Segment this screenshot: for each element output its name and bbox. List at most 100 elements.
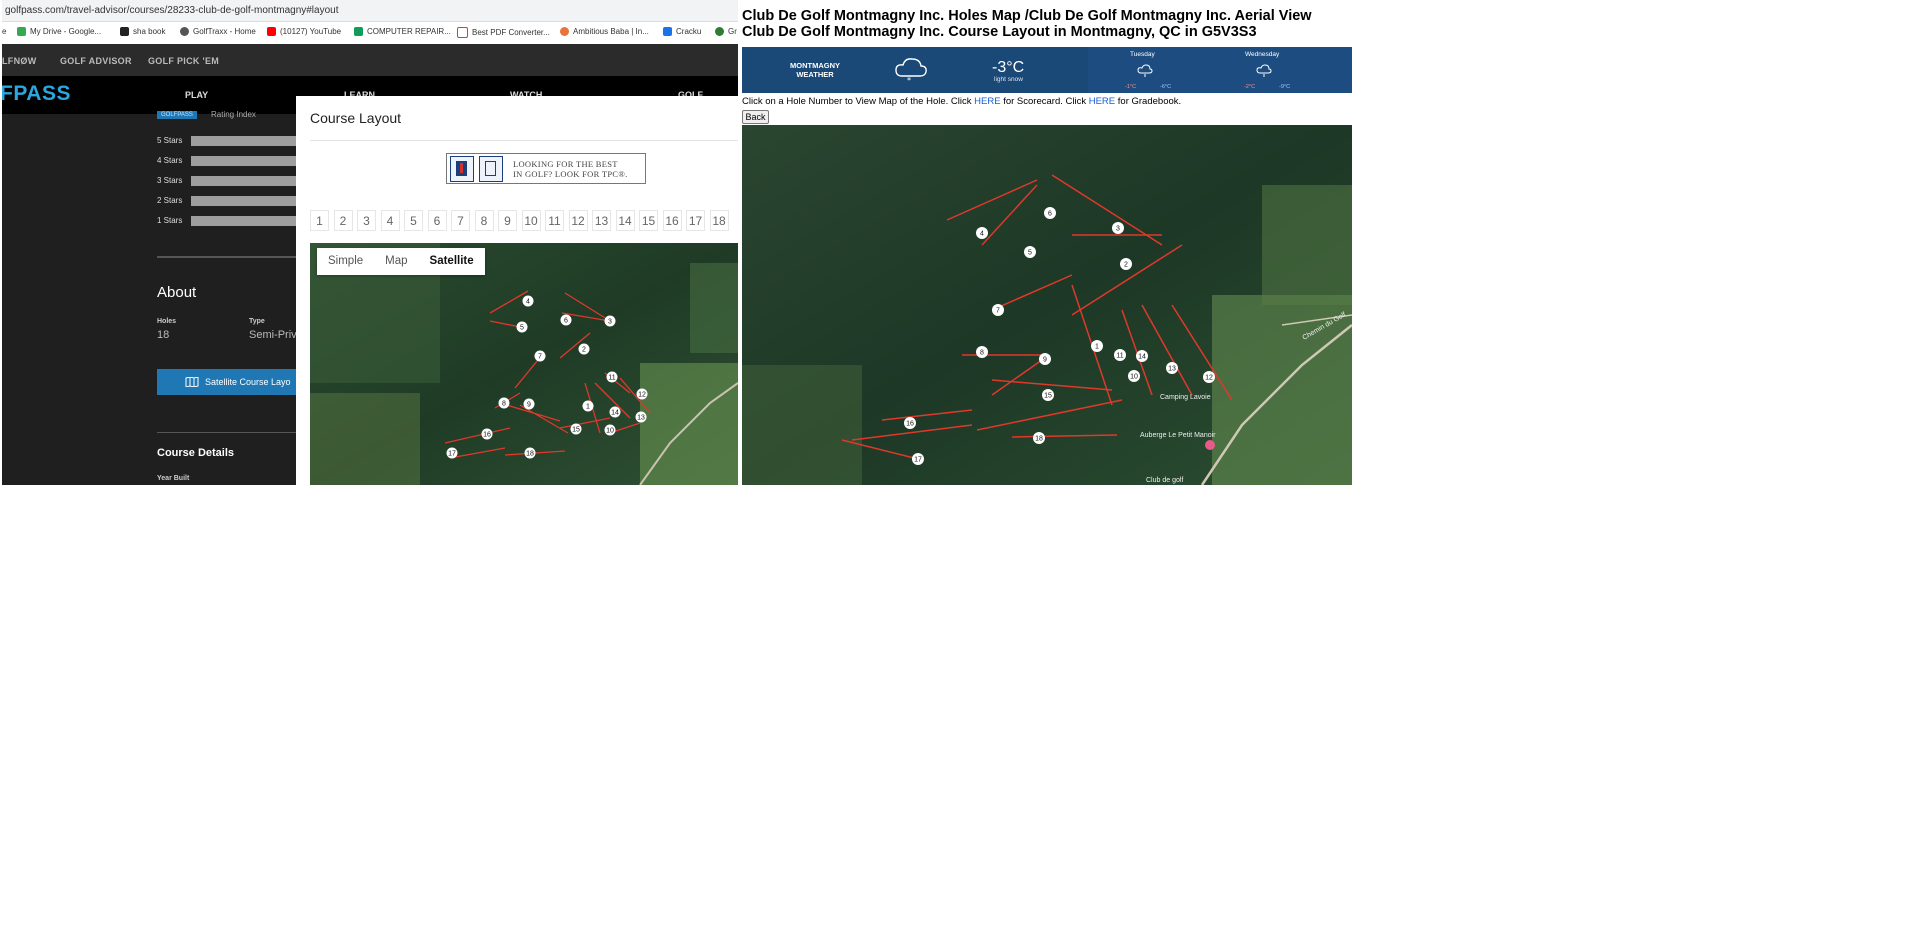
- hole-marker-label: 14: [1138, 353, 1146, 360]
- pga-tour-logo-icon: [450, 155, 474, 182]
- tpc-logo-icon: [479, 155, 503, 182]
- hole-marker-label: 11: [1116, 352, 1123, 359]
- gradebook-link[interactable]: HERE: [1089, 96, 1115, 107]
- hole-button-8[interactable]: 8: [474, 210, 494, 231]
- hole-button-15[interactable]: 15: [639, 210, 658, 231]
- hole-marker-label: 3: [1116, 225, 1120, 232]
- bookmark-icon: [120, 27, 129, 36]
- hole-button-11[interactable]: 11: [545, 210, 564, 231]
- hole-marker-label: 5: [520, 324, 524, 331]
- nav-golf-advisor[interactable]: GOLF ADVISOR: [60, 56, 132, 66]
- hole-button-2[interactable]: 2: [333, 210, 353, 231]
- bookmark-gr[interactable]: Gr: [715, 27, 737, 36]
- golfpass-logo[interactable]: FPASS: [2, 82, 71, 106]
- course-aerial-map[interactable]: 4 6 3 5 2 7 8 1 11 9 10 13 12 15 16 18 17 14 Auberge Le P…: [742, 125, 1352, 485]
- nav-play[interactable]: PLAY: [185, 90, 208, 100]
- google-drive-icon: [17, 27, 26, 36]
- hole-marker-label: 14: [611, 409, 619, 416]
- star-label-1: 1 Stars: [157, 216, 183, 225]
- hole-marker-label: 18: [526, 450, 534, 457]
- about-heading: About: [157, 284, 197, 301]
- forecast-day-2-low: -9°C: [1279, 84, 1291, 90]
- network-nav: LFNØW GOLF ADVISOR GOLF PICK 'EM: [2, 44, 738, 76]
- weather-condition: light snow: [994, 76, 1023, 83]
- hole-button-17[interactable]: 17: [686, 210, 705, 231]
- star-bar: [191, 216, 311, 226]
- golfpass-screenshot: golfpass.com/travel-advisor/courses/2823…: [2, 0, 738, 485]
- hole-button-7[interactable]: 7: [451, 210, 470, 231]
- hole-marker-label: 1: [1095, 343, 1099, 350]
- tab-simple[interactable]: Simple: [317, 248, 374, 275]
- weather-widget[interactable]: MONTMAGNY WEATHER * -3°C light snow Tues…: [742, 47, 1352, 93]
- snow-cloud-icon: *: [895, 58, 927, 84]
- map-icon: [185, 377, 199, 387]
- bookmark-youtube[interactable]: (10127) YouTube: [267, 27, 341, 36]
- hole-marker-label: 16: [483, 431, 491, 438]
- hole-marker-label: 8: [980, 349, 984, 356]
- year-built-label: Year Built: [157, 475, 190, 482]
- golf-holes-map-screenshot: Club De Golf Montmagny Inc. Holes Map /C…: [740, 0, 1352, 485]
- hole-marker-label: 2: [582, 346, 586, 353]
- hole-marker-label: 7: [538, 353, 542, 360]
- hole-button-13[interactable]: 13: [592, 210, 611, 231]
- tpc-ad-banner[interactable]: LOOKING FOR THE BEST IN GOLF? LOOK FOR T…: [446, 153, 646, 184]
- star-bar: [191, 176, 311, 186]
- hole-marker-label: 16: [906, 420, 914, 427]
- bookmark-ambitious-baba[interactable]: Ambitious Baba | In...: [560, 27, 649, 36]
- modal-title: Course Layout: [310, 110, 402, 126]
- hole-marker-label: 12: [1205, 374, 1213, 381]
- hole-button-12[interactable]: 12: [568, 210, 588, 231]
- hole-button-3[interactable]: 3: [357, 210, 376, 231]
- back-button[interactable]: Back: [742, 110, 769, 124]
- map-type-tabs: Simple Map Satellite: [317, 248, 485, 275]
- cracku-icon: [663, 27, 672, 36]
- hole-button-18[interactable]: 18: [709, 210, 729, 231]
- hole-button-9[interactable]: 9: [498, 210, 517, 231]
- divider: [310, 140, 738, 141]
- snow-cloud-icon: [1256, 64, 1272, 77]
- page-title: Club De Golf Montmagny Inc. Holes Map /C…: [742, 8, 1312, 40]
- hole-button-5[interactable]: 5: [404, 210, 423, 231]
- hole-button-14[interactable]: 14: [615, 210, 635, 231]
- bookmark-cracku[interactable]: Cracku: [663, 27, 701, 36]
- weather-location: MONTMAGNY WEATHER: [790, 61, 840, 79]
- ad-text: LOOKING FOR THE BEST IN GOLF? LOOK FOR T…: [513, 158, 628, 179]
- tab-satellite[interactable]: Satellite: [419, 248, 485, 275]
- bookmark-pdf-converter[interactable]: Best PDF Converter...: [457, 27, 550, 38]
- hole-marker-label: 17: [914, 456, 922, 463]
- address-bar[interactable]: golfpass.com/travel-advisor/courses/2823…: [2, 0, 738, 22]
- hole-marker-label: 9: [1043, 356, 1047, 363]
- hole-marker-label: 3: [608, 318, 612, 325]
- bookmark-golftraxx[interactable]: GolfTraxx - Home: [180, 27, 256, 36]
- hole-marker-label: 11: [608, 374, 615, 381]
- forecast-day-1: Tuesday: [1130, 51, 1155, 58]
- nav-golf-pickem[interactable]: GOLF PICK 'EM: [148, 56, 219, 66]
- hole-button-10[interactable]: 10: [521, 210, 541, 231]
- satellite-map[interactable]: 4 5 6 3 2 7 11 12 8 9 1 14 13 15 10 16 17 18 Simple Map S…: [310, 243, 738, 485]
- hole-button-1[interactable]: 1: [310, 210, 329, 231]
- hole-button-6[interactable]: 6: [427, 210, 447, 231]
- hole-marker-label: 8: [502, 400, 506, 407]
- hole-button-16[interactable]: 16: [662, 210, 682, 231]
- rating-tag: GOLFPASS: [157, 111, 197, 119]
- star-label-5: 5 Stars: [157, 136, 183, 145]
- hole-button-4[interactable]: 4: [380, 210, 400, 231]
- map-place-label: Camping Lavoie: [1160, 394, 1211, 401]
- bookmark-sha-book[interactable]: sha book: [120, 27, 165, 36]
- satellite-layout-button[interactable]: Satellite Course Layo: [157, 369, 307, 395]
- tab-map[interactable]: Map: [374, 248, 418, 275]
- snow-cloud-icon: [1137, 64, 1153, 77]
- hole-marker-label: 13: [637, 414, 645, 421]
- golftraxx-icon: [180, 27, 189, 36]
- hole-marker-label: 15: [1044, 392, 1052, 399]
- type-label: Type: [249, 318, 265, 325]
- forecast-day-1-low: -6°C: [1160, 84, 1172, 90]
- star-bar: [191, 196, 311, 206]
- svg-text:*: *: [907, 76, 911, 84]
- bookmark-my-drive[interactable]: My Drive - Google...: [17, 27, 101, 36]
- nav-golfnow[interactable]: LFNØW: [2, 56, 37, 66]
- location-pin-icon[interactable]: [1205, 440, 1215, 450]
- scorecard-link[interactable]: HERE: [974, 96, 1000, 107]
- type-value: Semi-Priva: [249, 329, 303, 341]
- bookmark-computer-repair[interactable]: COMPUTER REPAIR...: [354, 27, 451, 36]
